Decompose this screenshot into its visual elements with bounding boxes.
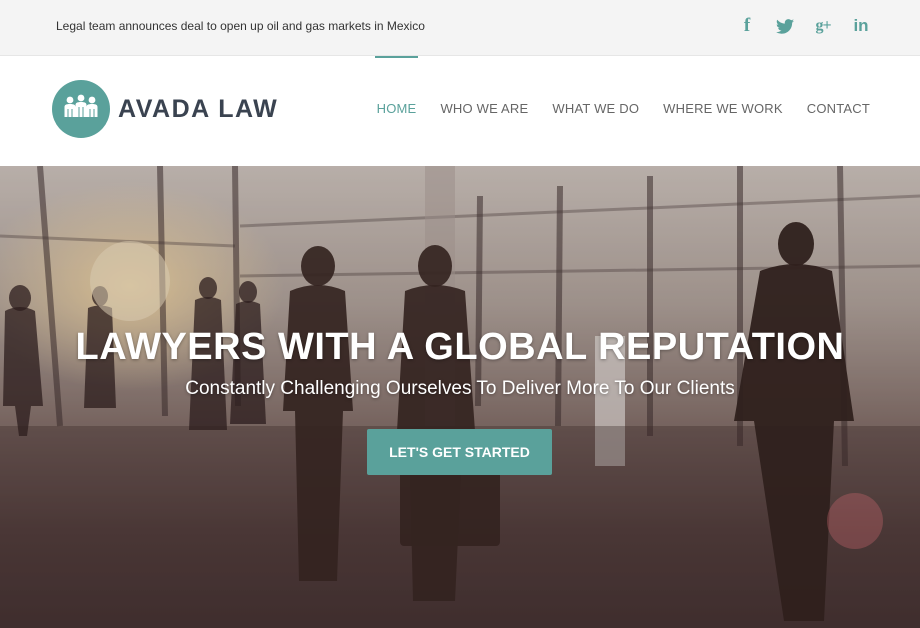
get-started-button[interactable]: LET'S GET STARTED [367, 429, 552, 475]
facebook-icon[interactable]: f [738, 15, 756, 37]
nav-item-where-we-work[interactable]: WHERE WE WORK [651, 56, 795, 166]
logo-people-icon [52, 80, 110, 138]
nav-item-who-we-are[interactable]: WHO WE ARE [428, 56, 540, 166]
hero-banner: LAWYERS WITH A GLOBAL REPUTATION Constan… [0, 166, 920, 628]
hero-title: LAWYERS WITH A GLOBAL REPUTATION [75, 326, 845, 368]
twitter-icon[interactable] [776, 15, 794, 37]
hero-subtitle: Constantly Challenging Ourselves To Deli… [185, 378, 735, 399]
site-header: AVADA LAW HOME WHO WE ARE WHAT WE DO WHE… [0, 56, 920, 166]
nav-item-what-we-do[interactable]: WHAT WE DO [540, 56, 651, 166]
nav-item-contact[interactable]: CONTACT [795, 56, 870, 166]
google-plus-icon[interactable]: g+ [814, 15, 832, 37]
site-logo[interactable]: AVADA LAW [52, 80, 278, 138]
nav-item-home[interactable]: HOME [365, 56, 429, 166]
linkedin-icon[interactable]: in [852, 15, 870, 37]
social-links: f g+ in [738, 15, 870, 37]
main-nav: HOME WHO WE ARE WHAT WE DO WHERE WE WORK… [365, 56, 870, 166]
top-bar: Legal team announces deal to open up oil… [0, 0, 920, 56]
news-ticker-text[interactable]: Legal team announces deal to open up oil… [56, 19, 425, 33]
logo-text: AVADA LAW [118, 94, 279, 123]
